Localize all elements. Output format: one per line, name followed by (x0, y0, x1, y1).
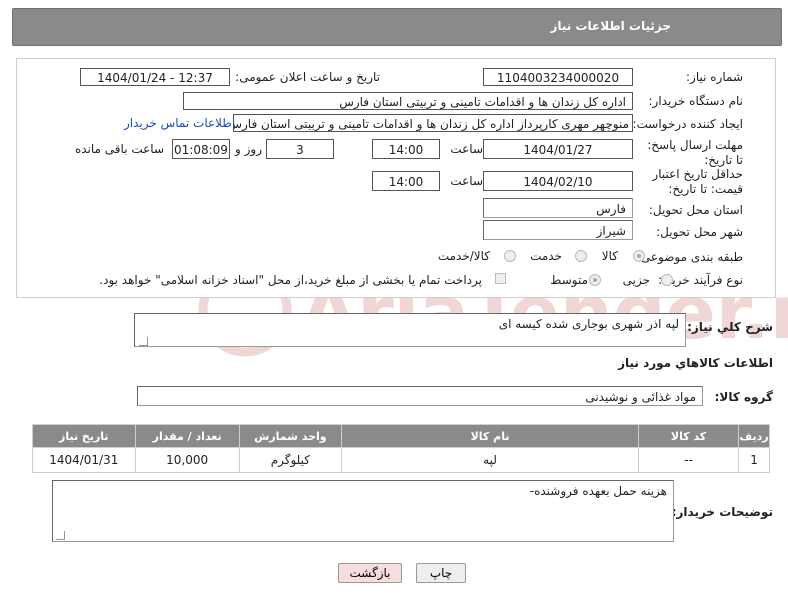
announce-field: 1404/01/24 - 12:37 (80, 68, 230, 86)
goods-table-header-row: ردیف کد کالا نام کالا واحد شمارش تعداد /… (32, 424, 770, 448)
category-goods-radio[interactable] (633, 250, 645, 262)
cell-unit: کیلوگرم (238, 447, 342, 473)
buyer-notes-label: توضیحات خریدار: (671, 505, 773, 519)
process-medium-radio[interactable] (589, 274, 601, 286)
page-header: جزئیات اطلاعات نیاز (12, 8, 782, 46)
validity-date-field: 1404/02/10 (483, 171, 633, 191)
payment-note: پرداخت تمام یا بخشی از مبلغ خرید،از محل … (99, 273, 482, 287)
province-label: استان محل تحویل: (648, 203, 743, 217)
days-field: 3 (266, 139, 334, 159)
col-header-quantity: تعداد / مقدار (134, 424, 240, 448)
col-header-row-number: ردیف (738, 424, 770, 448)
table-row: 1 -- لپه کیلوگرم 10,000 1404/01/31 (32, 447, 770, 473)
category-label: طبقه بندی موضوعی: (636, 250, 743, 264)
col-header-goods-code: کد کالا (638, 424, 740, 448)
goods-group-label: گروه کالا: (714, 390, 773, 404)
col-header-goods-name: نام کالا (340, 424, 640, 448)
buyer-contact-link[interactable]: اطلاعات تماس خریدار (124, 116, 235, 130)
goods-info-title: اطلاعات کالاهاي مورد نياز (618, 356, 773, 370)
need-number-label: شماره نیاز: (686, 70, 743, 84)
col-header-unit: واحد شمارش (238, 424, 342, 448)
validity-time-field: 14:00 (372, 171, 440, 191)
creator-label: ایجاد کننده درخواست: (632, 117, 743, 131)
buyer-field: اداره کل زندان ها و اقدامات تامینی و ترب… (183, 92, 633, 110)
city-field: شیراز (483, 220, 633, 240)
deadline-label: مهلت ارسال پاسخ: تا تاریخ: (647, 138, 743, 167)
remaining-time-field: 01:08:09 (172, 139, 230, 159)
cell-row-number: 1 (738, 447, 770, 473)
cell-quantity: 10,000 (134, 447, 240, 473)
need-number-field: 1104003234000020 (483, 68, 633, 86)
print-button[interactable]: چاپ (416, 563, 466, 583)
back-button[interactable]: بازگشت (338, 563, 402, 583)
description-label: شرح کلي نياز: (687, 320, 773, 334)
validity-label: حداقل تاریخ اعتبار قیمت: تا تاریخ: (652, 167, 743, 196)
category-service-label: خدمت (530, 249, 562, 263)
cell-goods-name: لپه (340, 447, 640, 473)
process-partial-radio[interactable] (661, 274, 673, 286)
remaining-label: ساعت باقی مانده (74, 142, 164, 156)
deadline-time-field: 14:00 (372, 139, 440, 159)
page-title: جزئیات اطلاعات نیاز (550, 19, 671, 33)
notes-resize-handle-icon[interactable] (56, 531, 65, 540)
deadline-date-field: 1404/01/27 (483, 139, 633, 159)
creator-field: منوچهر مهری کارپرداز اداره کل زندان ها و… (233, 114, 633, 132)
province-field: فارس (483, 198, 633, 218)
resize-handle-icon[interactable] (139, 337, 148, 346)
col-header-need-date: تاریخ نیاز (32, 424, 136, 448)
validity-time-label: ساعت (450, 174, 483, 188)
buyer-label: نام دستگاه خریدار: (648, 94, 744, 108)
description-textarea[interactable]: لپه اذر شهری بوجاری شده کیسه ای (134, 313, 686, 347)
category-service-radio[interactable] (575, 250, 587, 262)
category-goods-service-radio[interactable] (504, 250, 516, 262)
goods-table: ردیف کد کالا نام کالا واحد شمارش تعداد /… (32, 424, 770, 473)
cell-goods-code: -- (638, 447, 740, 473)
announce-label: تاریخ و ساعت اعلان عمومی: (235, 70, 380, 84)
city-label: شهر محل تحویل: (656, 225, 743, 239)
days-label: روز و (235, 142, 262, 156)
goods-group-field: مواد غذائی و نوشیدنی (137, 386, 703, 406)
buyer-notes-textarea[interactable]: هزینه حمل بعهده فروشنده- (52, 480, 674, 542)
deadline-time-label: ساعت (450, 142, 483, 156)
category-goods-service-label: کالا/خدمت (437, 249, 490, 263)
process-partial-label: جزیی (622, 273, 650, 287)
category-goods-label: کالا (601, 249, 618, 263)
cell-need-date: 1404/01/31 (32, 447, 136, 473)
treasury-checkbox[interactable] (495, 273, 506, 284)
process-medium-label: متوسط (550, 273, 588, 287)
